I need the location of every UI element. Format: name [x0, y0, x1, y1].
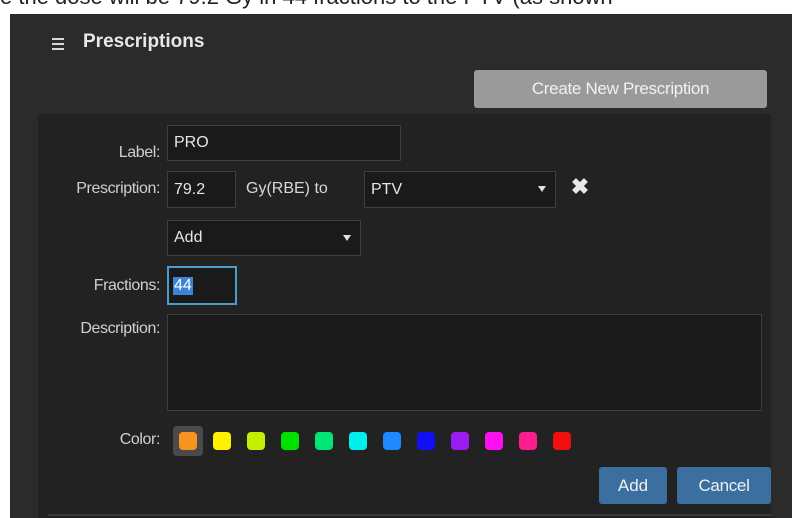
create-new-prescription-button[interactable]: Create New Prescription — [474, 70, 767, 108]
color-swatch[interactable] — [343, 426, 373, 456]
description-textarea[interactable] — [167, 314, 762, 411]
operation-select-value: Add — [174, 229, 203, 246]
dose-unit-text: Gy(RBE) to — [246, 180, 328, 197]
label-input[interactable]: PRO — [167, 125, 401, 161]
panel-title: Prescriptions — [83, 31, 205, 52]
color-swatch-fill — [247, 432, 265, 450]
prescription-label: Prescription: — [76, 180, 160, 197]
color-swatch-fill — [485, 432, 503, 450]
color-swatch[interactable] — [173, 426, 203, 456]
color-swatch-fill — [519, 432, 537, 450]
color-swatch[interactable] — [275, 426, 305, 456]
target-select[interactable]: PTV — [364, 171, 556, 208]
color-swatch-fill — [281, 432, 299, 450]
color-swatch[interactable] — [445, 426, 475, 456]
color-swatch-fill — [349, 432, 367, 450]
chevron-down-icon — [538, 186, 546, 192]
prescriptions-panel: Prescriptions Create New Prescription La… — [10, 14, 792, 518]
target-select-value: PTV — [371, 180, 403, 198]
color-swatch[interactable] — [377, 426, 407, 456]
add-button[interactable]: Add — [599, 467, 667, 504]
fractions-label: Fractions: — [93, 277, 161, 294]
color-swatch[interactable] — [547, 426, 577, 456]
color-swatch-fill — [451, 432, 469, 450]
operation-select[interactable]: Add — [167, 220, 361, 256]
color-swatch[interactable] — [207, 426, 237, 456]
dose-input[interactable]: 79.2 — [167, 171, 236, 208]
color-swatch[interactable] — [479, 426, 509, 456]
description-label: Description: — [80, 320, 160, 337]
close-x-icon[interactable]: ✖ — [569, 176, 591, 198]
chevron-down-icon — [343, 235, 351, 241]
divider — [48, 514, 771, 516]
color-label: Color: — [119, 431, 161, 448]
color-swatch-fill — [315, 432, 333, 450]
color-swatch-fill — [179, 432, 197, 450]
panel-header: Prescriptions — [10, 14, 792, 74]
color-swatch[interactable] — [309, 426, 339, 456]
prescription-form: Label: PRO Prescription: 79.2 Gy(RBE) to… — [38, 114, 771, 518]
fractions-input[interactable]: 44 — [167, 266, 237, 305]
cancel-button[interactable]: Cancel — [677, 467, 771, 504]
color-swatch[interactable] — [411, 426, 441, 456]
color-swatch-fill — [417, 432, 435, 450]
color-swatch[interactable] — [241, 426, 271, 456]
fractions-value: 44 — [173, 276, 193, 295]
color-swatch-fill — [553, 432, 571, 450]
hamburger-menu-icon[interactable] — [52, 38, 64, 50]
label-field-label: Label: — [118, 144, 161, 161]
color-swatch-fill — [383, 432, 401, 450]
color-swatch-fill — [213, 432, 231, 450]
color-swatch[interactable] — [513, 426, 543, 456]
